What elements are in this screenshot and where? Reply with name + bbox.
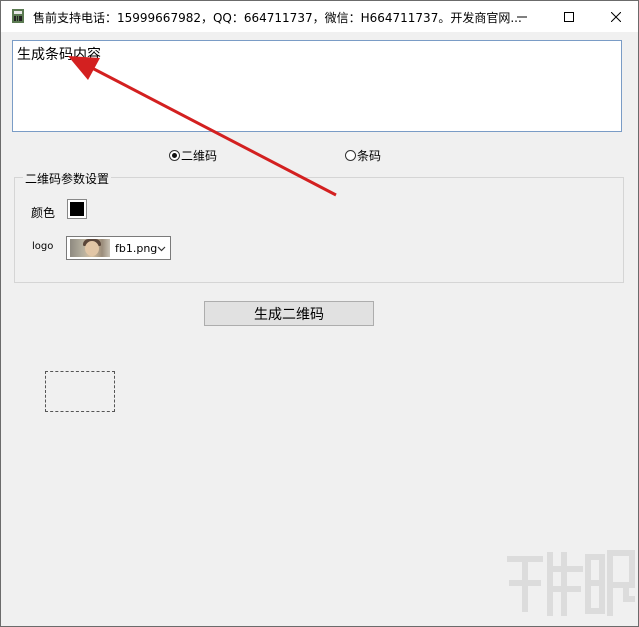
generate-qr-button[interactable]: 生成二维码 <box>204 301 374 326</box>
close-icon <box>611 11 621 22</box>
site-watermark-logo <box>507 550 635 616</box>
minimize-button[interactable] <box>499 1 545 32</box>
close-button[interactable] <box>593 1 639 32</box>
radio-qrcode-label: 二维码 <box>181 149 218 163</box>
radio-selected-icon <box>169 150 180 161</box>
color-picker-button[interactable] <box>67 199 87 219</box>
title-bar[interactable]: 售前支持电话：15999667982，QQ：664711737，微信：H6647… <box>1 1 638 32</box>
maximize-icon <box>564 11 574 22</box>
maximize-button[interactable] <box>546 1 592 32</box>
color-swatch-fill <box>70 202 84 216</box>
logo-thumbnail-face <box>85 241 99 256</box>
qr-settings-group: 二维码参数设置 颜色 logo fb1.png <box>14 170 624 283</box>
logo-filename: fb1.png <box>115 241 158 255</box>
chevron-down-icon <box>157 246 166 252</box>
content-input[interactable]: 生成条码内容 <box>12 40 622 132</box>
app-icon <box>12 9 24 23</box>
window-title: 售前支持电话：15999667982，QQ：664711737，微信：H6647… <box>33 11 522 25</box>
logo-thumbnail <box>70 239 110 257</box>
app-window: 售前支持电话：15999667982，QQ：664711737，微信：H6647… <box>0 0 639 627</box>
qr-preview-box <box>45 371 115 412</box>
qr-settings-title: 二维码参数设置 <box>23 170 112 187</box>
radio-qrcode[interactable]: 二维码 <box>169 147 217 164</box>
color-label: 颜色 <box>31 206 56 220</box>
radio-barcode[interactable]: 条码 <box>345 147 381 164</box>
logo-label: logo <box>32 241 54 252</box>
logo-dropdown[interactable]: fb1.png <box>66 236 171 260</box>
client-area: 生成条码内容 二维码 条码 二维码参数设置 颜色 logo fb1.png 生成… <box>1 32 638 626</box>
radio-barcode-label: 条码 <box>357 149 382 163</box>
minimize-icon <box>517 16 527 17</box>
radio-unselected-icon <box>345 150 356 161</box>
